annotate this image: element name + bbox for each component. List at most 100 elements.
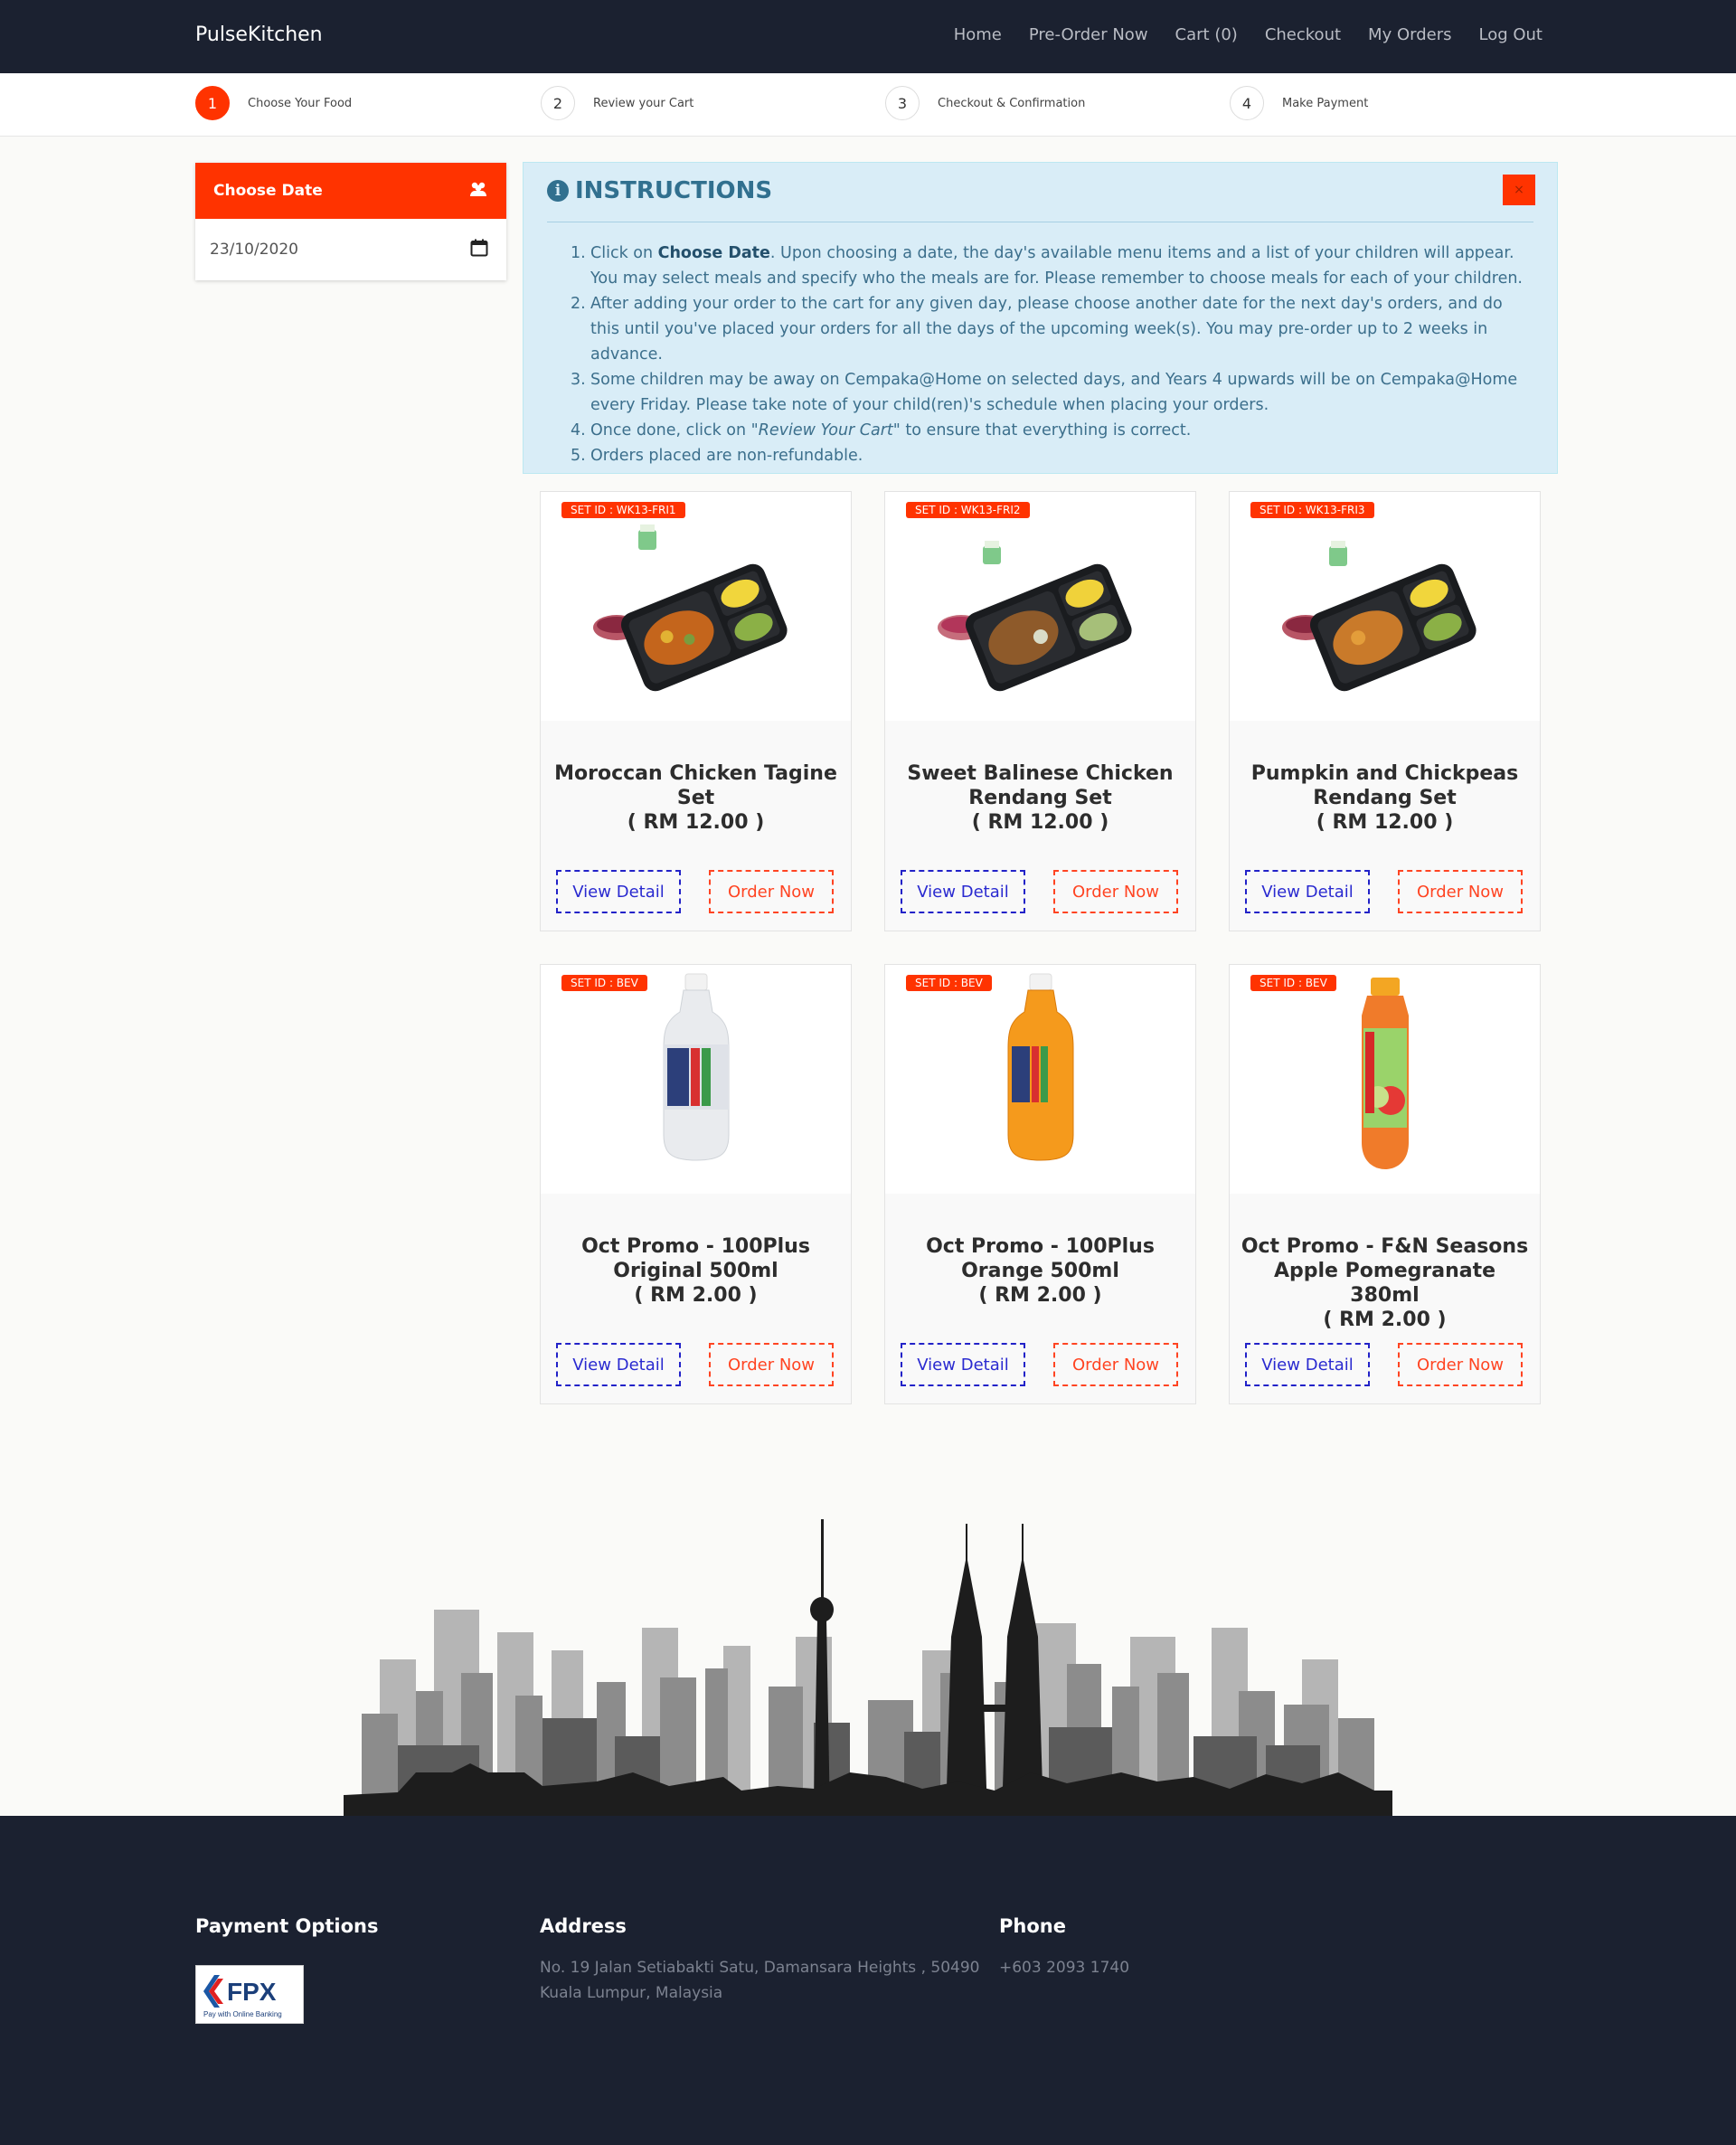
instructions-panel: i INSTRUCTIONS × 1. Click on Choose Date…	[523, 162, 1558, 474]
product-title: Oct Promo - 100Plus Orange 500ml( RM 2.0…	[926, 1235, 1155, 1307]
order-now-button[interactable]: Order Now	[709, 870, 834, 913]
step-choose-food: 1 Choose Your Food	[195, 86, 352, 120]
view-detail-button[interactable]: View Detail	[1245, 1343, 1370, 1386]
view-detail-button[interactable]: View Detail	[556, 870, 681, 913]
item-number: 3.	[571, 371, 586, 389]
item-number: 5.	[571, 447, 586, 465]
list-item: 2. After adding your order to the cart f…	[571, 291, 1529, 367]
meal-box-image	[593, 524, 788, 692]
users-icon	[468, 181, 488, 202]
item-number: 2.	[571, 295, 586, 313]
meal-box-image	[1282, 541, 1477, 692]
address-text: No. 19 Jalan Setiabakti Satu, Damansara …	[540, 1959, 980, 2002]
product-price: ( RM 2.00 )	[1323, 1309, 1447, 1331]
product-image[interactable]: SET ID : BEV	[885, 965, 1195, 1194]
product-title: Sweet Balinese Chicken Rendang Set( RM 1…	[907, 762, 1174, 834]
nav-checkout[interactable]: Checkout	[1265, 25, 1341, 44]
phone-number[interactable]: +603 2093 1740	[999, 1955, 1129, 1980]
list-item: 4. Once done, click on "Review Your Cart…	[571, 418, 1529, 443]
choose-date-title: Choose Date	[213, 182, 323, 200]
product-title: Oct Promo - F&N Seasons Apple Pomegranat…	[1241, 1235, 1529, 1331]
order-now-button[interactable]: Order Now	[1053, 1343, 1178, 1386]
meal-box-image	[938, 541, 1132, 692]
bottle-apple-image	[1362, 978, 1409, 1169]
order-steps: 1 Choose Your Food 2 Review your Cart 3 …	[0, 73, 1736, 137]
view-detail-button[interactable]: View Detail	[901, 870, 1025, 913]
product-price: ( RM 12.00 )	[627, 811, 765, 834]
order-now-button[interactable]: Order Now	[709, 1343, 834, 1386]
product-price: ( RM 2.00 )	[978, 1284, 1102, 1307]
brand-logo[interactable]: PulseKitchen	[195, 24, 323, 46]
product-card: SET ID : BEV Oct Promo - F&N Seasons App…	[1229, 964, 1541, 1404]
phone-title: Phone	[999, 1915, 1066, 1937]
step-number: 2	[541, 86, 575, 120]
product-image[interactable]: SET ID : WK13-FRI3	[1230, 492, 1540, 721]
address-title: Address	[540, 1915, 627, 1937]
order-now-button[interactable]: Order Now	[1398, 870, 1523, 913]
bottle-orange-image	[1007, 973, 1074, 1161]
svg-text:Pay with Online Banking: Pay with Online Banking	[203, 2010, 282, 2018]
nav-log-out[interactable]: Log Out	[1478, 25, 1543, 44]
order-now-button[interactable]: Order Now	[1398, 1343, 1523, 1386]
svg-text:FPX: FPX	[227, 1978, 277, 2006]
product-title: Oct Promo - 100Plus Original 500ml( RM 2…	[581, 1235, 810, 1307]
list-item: 1. Click on Choose Date. Upon choosing a…	[571, 241, 1529, 291]
product-card: SET ID : WK13-FRI1 Moroccan Chicken Tagi…	[540, 491, 852, 931]
product-price: ( RM 12.00 )	[1316, 811, 1454, 834]
date-input[interactable]: 23/10/2020	[195, 219, 506, 280]
product-card: SET ID : WK13-FRI2 Sweet Balinese Chicke…	[884, 491, 1196, 931]
step-number: 1	[195, 86, 230, 120]
step-label: Choose Your Food	[248, 96, 353, 110]
step-make-payment: 4 Make Payment	[1230, 86, 1368, 120]
product-image[interactable]: SET ID : WK13-FRI1	[541, 492, 851, 721]
instructions-title: INSTRUCTIONS	[575, 177, 773, 204]
item-number: 4.	[571, 421, 586, 439]
calendar-icon[interactable]	[470, 239, 488, 261]
product-image[interactable]: SET ID : WK13-FRI2	[885, 492, 1195, 721]
product-card: SET ID : BEV Oct Promo - 100Plus Origina…	[540, 964, 852, 1404]
order-now-button[interactable]: Order Now	[1053, 870, 1178, 913]
step-label: Make Payment	[1282, 96, 1369, 110]
info-icon: i	[547, 180, 569, 202]
instructions-heading: i INSTRUCTIONS	[547, 177, 772, 204]
choose-date-panel: Choose Date 23/10/2020	[195, 163, 506, 280]
item-number: 1.	[571, 244, 586, 262]
set-id-badge: SET ID : BEV	[561, 975, 647, 991]
fpx-logo: FPX Pay with Online Banking	[195, 1965, 304, 2024]
list-item: 5. Orders placed are non-refundable.	[571, 443, 1529, 468]
product-title: Pumpkin and Chickpeas Rendang Set( RM 12…	[1250, 762, 1519, 834]
choose-date-header: Choose Date	[195, 163, 506, 219]
nav-pre-order[interactable]: Pre-Order Now	[1029, 25, 1148, 44]
product-price: ( RM 12.00 )	[971, 811, 1109, 834]
date-value: 23/10/2020	[210, 241, 298, 259]
product-image[interactable]: SET ID : BEV	[1230, 965, 1540, 1194]
item-text: Once done, click on "Review Your Cart" t…	[590, 421, 1192, 439]
nav-my-orders[interactable]: My Orders	[1368, 25, 1451, 44]
view-detail-button[interactable]: View Detail	[901, 1343, 1025, 1386]
view-detail-button[interactable]: View Detail	[1245, 870, 1370, 913]
nav-cart[interactable]: Cart (0)	[1175, 25, 1238, 44]
step-review-cart: 2 Review your Cart	[541, 86, 693, 120]
nav-home[interactable]: Home	[954, 25, 1002, 44]
bottle-clear-image	[663, 973, 730, 1161]
set-id-badge: SET ID : BEV	[906, 975, 992, 991]
close-button[interactable]: ×	[1503, 175, 1535, 205]
item-text: Some children may be away on Cempaka@Hom…	[590, 371, 1518, 414]
item-text: After adding your order to the cart for …	[590, 295, 1503, 364]
product-image[interactable]: SET ID : BEV	[541, 965, 851, 1194]
payment-options-title: Payment Options	[195, 1915, 379, 1937]
step-number: 3	[885, 86, 920, 120]
product-title: Moroccan Chicken Tagine Set( RM 12.00 )	[554, 762, 837, 834]
instructions-list: 1. Click on Choose Date. Upon choosing a…	[571, 241, 1529, 468]
view-detail-button[interactable]: View Detail	[556, 1343, 681, 1386]
list-item: 3. Some children may be away on Cempaka@…	[571, 367, 1529, 418]
city-skyline-illustration	[344, 1519, 1392, 1818]
product-price: ( RM 2.00 )	[634, 1284, 758, 1307]
set-id-badge: SET ID : WK13-FRI3	[1250, 502, 1374, 518]
product-card: SET ID : BEV Oct Promo - 100Plus Orange …	[884, 964, 1196, 1404]
item-text: Orders placed are non-refundable.	[590, 447, 863, 465]
product-card: SET ID : WK13-FRI3 Pumpkin and Chickpeas…	[1229, 491, 1541, 931]
nav-menu: Home Pre-Order Now Cart (0) Checkout My …	[954, 25, 1543, 44]
top-navbar: PulseKitchen Home Pre-Order Now Cart (0)…	[0, 0, 1736, 73]
set-id-badge: SET ID : BEV	[1250, 975, 1336, 991]
